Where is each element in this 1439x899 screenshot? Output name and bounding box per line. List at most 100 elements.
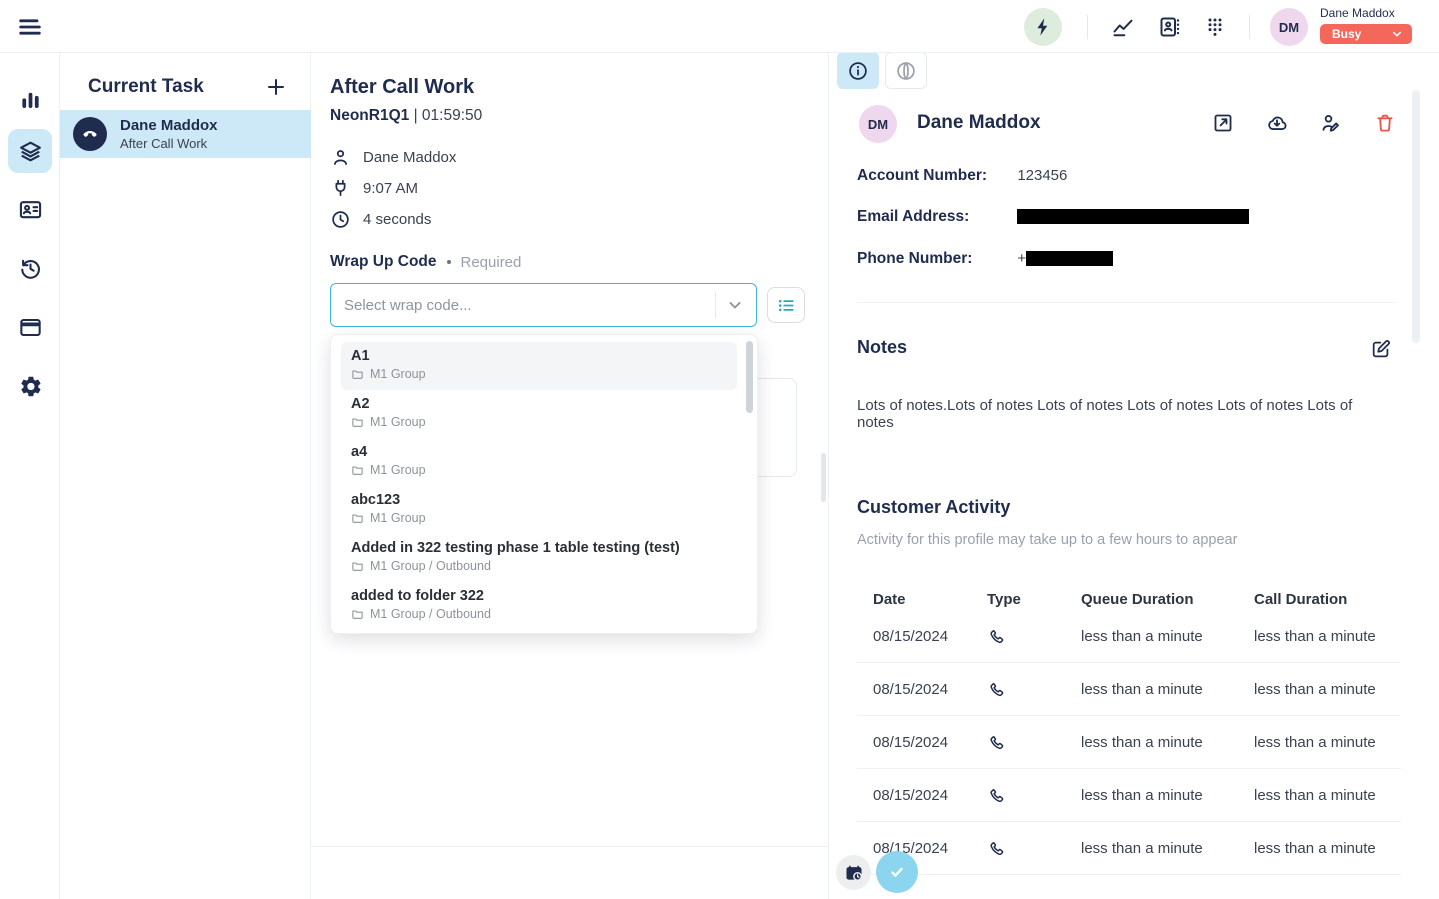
quick-actions-button[interactable]: [1024, 8, 1062, 46]
profile-actions: [1212, 112, 1396, 134]
folder-icon: [351, 560, 364, 573]
info-icon: [847, 60, 869, 82]
email-row: Email Address:: [857, 208, 1249, 226]
download-cloud-button[interactable]: [1266, 112, 1288, 134]
row-call-duration: less than a minute: [1254, 681, 1401, 698]
directory-contact-card-icon[interactable]: [1157, 15, 1181, 39]
lightning-icon: [1032, 16, 1054, 38]
wrap-up-code-label-row: Wrap Up Code Required: [330, 253, 521, 271]
phone-prefix: +: [1017, 250, 1026, 267]
open-external-button[interactable]: [1212, 112, 1234, 134]
center-panel-scrollbar[interactable]: [821, 453, 826, 502]
row-call-duration: less than a minute: [1254, 734, 1401, 751]
profile-avatar: DM: [859, 105, 897, 143]
task-contact-name: Dane Maddox: [120, 117, 218, 134]
customer-activity-title: Customer Activity: [857, 497, 1010, 518]
notes-body: Lots of notes.Lots of notes Lots of note…: [857, 397, 1387, 431]
tab-profile-info[interactable]: [837, 52, 879, 89]
user-avatar[interactable]: DM: [1270, 8, 1308, 46]
row-queue-duration: less than a minute: [1081, 681, 1254, 698]
account-number-row: Account Number: 123456: [857, 167, 1067, 185]
required-dot: [447, 260, 451, 264]
option-group: M1 Group: [370, 415, 426, 429]
wrap-code-option[interactable]: Added in 322 testing phase 1 table testi…: [341, 534, 737, 582]
contact-name: Dane Maddox: [363, 149, 456, 166]
delete-contact-button[interactable]: [1374, 112, 1396, 134]
row-call-duration: less than a minute: [1254, 628, 1401, 645]
tab-insights[interactable]: [885, 52, 927, 89]
current-task-panel: Current Task Dane Maddox After Call Work: [60, 53, 311, 899]
user-block: Dane Maddox Busy: [1320, 6, 1420, 44]
email-label: Email Address:: [857, 208, 1013, 226]
activity-row[interactable]: 08/15/2024 less than a minute less than …: [857, 822, 1401, 875]
confirm-wrap-up-button[interactable]: [876, 851, 918, 893]
option-group-row: M1 Group: [351, 415, 727, 429]
notes-title: Notes: [857, 337, 907, 358]
dialpad-icon[interactable]: [1203, 15, 1227, 39]
nav-dashboard-item[interactable]: [8, 78, 52, 122]
calendar-clock-icon: [844, 863, 864, 883]
right-panel-scrollbar[interactable]: [1412, 90, 1420, 343]
hamburger-menu-icon[interactable]: [16, 13, 44, 41]
nav-contacts-item[interactable]: [8, 187, 52, 231]
call-type-phone-icon: [987, 733, 1081, 752]
layers-icon: [18, 139, 43, 164]
option-group: M1 Group: [370, 463, 426, 477]
col-call-duration: Call Duration: [1254, 591, 1401, 608]
option-group-row: M1 Group: [351, 463, 727, 477]
person-icon: [330, 147, 351, 168]
gear-icon: [18, 374, 43, 399]
task-list-item[interactable]: Dane Maddox After Call Work: [60, 110, 311, 158]
option-group-row: M1 Group / Outbound: [351, 607, 727, 621]
add-task-button[interactable]: [264, 75, 288, 99]
activity-row[interactable]: 08/15/2024 less than a minute less than …: [857, 610, 1401, 663]
activity-row[interactable]: 08/15/2024 less than a minute less than …: [857, 769, 1401, 822]
bar-chart-icon: [18, 88, 43, 113]
edit-contact-button[interactable]: [1320, 112, 1342, 134]
nav-browser-item[interactable]: [8, 305, 52, 349]
wrap-code-list-button[interactable]: [767, 287, 805, 323]
account-number-value: 123456: [1017, 167, 1067, 184]
option-group: M1 Group / Outbound: [370, 607, 491, 621]
call-type-phone-icon: [987, 680, 1081, 699]
task-texts: Dane Maddox After Call Work: [120, 117, 218, 151]
select-chevron-down-icon[interactable]: [725, 295, 745, 315]
wrap-code-option[interactable]: A2 M1 Group: [341, 390, 737, 438]
nav-history-item[interactable]: [8, 246, 52, 290]
activity-row[interactable]: 08/15/2024 less than a minute less than …: [857, 663, 1401, 716]
edit-notes-button[interactable]: [1370, 338, 1392, 360]
footer-divider: [311, 846, 828, 847]
nav-tasks-item[interactable]: [8, 129, 52, 173]
browser-window-icon: [18, 315, 43, 340]
activity-table: Date Type Queue Duration Call Duration 0…: [857, 588, 1401, 875]
nav-settings-item[interactable]: [8, 364, 52, 408]
elapsed-time: 4 seconds: [363, 211, 431, 228]
status-dropdown[interactable]: Busy: [1320, 24, 1412, 44]
wrap-code-select-input[interactable]: [330, 283, 757, 327]
option-title: added to folder 322: [351, 588, 727, 604]
schedule-followup-button[interactable]: [836, 855, 871, 890]
wrap-code-option[interactable]: A1 M1 Group: [341, 342, 737, 390]
wrap-code-option[interactable]: abc123 M1 Group: [341, 486, 737, 534]
row-date: 08/15/2024: [873, 787, 987, 804]
after-call-work-panel: After Call Work NeonR1Q1 | 01:59:50 Dane…: [311, 53, 828, 899]
dropdown-scrollbar[interactable]: [746, 341, 753, 413]
folder-icon: [351, 416, 364, 429]
current-task-title: Current Task: [88, 76, 204, 98]
option-group-row: M1 Group: [351, 511, 727, 525]
folder-icon: [351, 368, 364, 381]
folder-icon: [351, 608, 364, 621]
customer-profile-panel: DM Dane Maddox: [828, 53, 1439, 899]
start-time-row: 9:07 AM: [330, 178, 418, 199]
option-group-row: M1 Group: [351, 367, 727, 381]
phone-row: Phone Number: +: [857, 250, 1113, 268]
reports-chart-icon[interactable]: [1111, 15, 1135, 39]
wrap-code-option[interactable]: a4 M1 Group: [341, 438, 737, 486]
wrap-code-option[interactable]: added to folder 322 M1 Group / Outbound: [341, 582, 737, 630]
wrap-up-code-label: Wrap Up Code: [330, 253, 437, 271]
activity-row[interactable]: 08/15/2024 less than a minute less than …: [857, 716, 1401, 769]
row-queue-duration: less than a minute: [1081, 840, 1254, 857]
phone-redaction-bar: [1026, 251, 1113, 266]
option-title: a4: [351, 444, 727, 460]
required-label: Required: [461, 254, 522, 271]
